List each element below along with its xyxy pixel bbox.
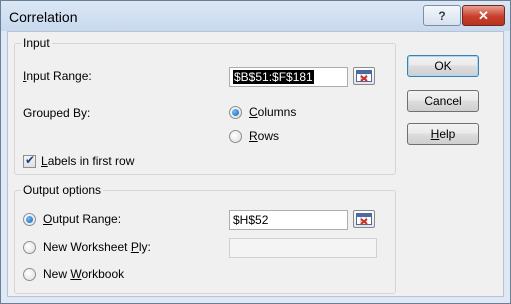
- columns-radio[interactable]: [229, 106, 242, 119]
- new-workbook-pre: New: [43, 267, 71, 281]
- output-range-label[interactable]: Output Range:: [43, 212, 121, 226]
- output-range-selector-button[interactable]: [353, 210, 375, 228]
- output-range-accel: O: [43, 212, 53, 226]
- output-range-radio[interactable]: [23, 213, 36, 226]
- new-worksheet-ply-radio[interactable]: [23, 241, 36, 254]
- title-bar: Correlation ? ✕: [1, 1, 510, 31]
- labels-accel: L: [41, 154, 48, 168]
- new-workbook-rest: orkbook: [81, 267, 125, 281]
- labels-label-text: abels in first row: [47, 154, 135, 168]
- rows-accel: R: [249, 129, 258, 143]
- range-selector-icon: [356, 70, 372, 82]
- input-range-label: Input Range:: [23, 69, 92, 83]
- output-range-field[interactable]: $H$52: [229, 210, 348, 230]
- close-button[interactable]: ✕: [462, 5, 505, 26]
- rows-label-text: ows: [257, 129, 280, 143]
- input-range-selector-button[interactable]: [353, 67, 375, 85]
- cancel-button[interactable]: Cancel: [407, 90, 479, 112]
- columns-label[interactable]: Columns: [249, 105, 296, 119]
- help-label-text: elp: [439, 127, 456, 141]
- input-range-value: $B$51:$F$181: [233, 70, 314, 84]
- labels-first-row-checkbox[interactable]: [23, 153, 36, 168]
- ok-button-label: OK: [434, 59, 452, 73]
- range-selector-icon: [356, 213, 372, 225]
- new-workbook-accel: W: [70, 267, 82, 281]
- input-group-legend: Input: [21, 36, 52, 50]
- new-ply-rest: ly:: [138, 240, 151, 254]
- correlation-dialog: Correlation ? ✕ Input Input Range: $B$51…: [0, 0, 511, 304]
- help-button-label: Help: [431, 127, 456, 141]
- rows-label[interactable]: Rows: [249, 129, 279, 143]
- new-worksheet-ply-label[interactable]: New Worksheet Ply:: [43, 240, 151, 254]
- help-button[interactable]: Help: [407, 123, 479, 145]
- labels-first-row-label[interactable]: Labels in first row: [41, 154, 134, 168]
- close-icon: ✕: [478, 7, 489, 23]
- input-group: Input Input Range: $B$51:$F$181 Grouped …: [14, 36, 396, 175]
- rows-radio[interactable]: [229, 130, 242, 143]
- question-mark-icon: ?: [438, 8, 446, 23]
- new-worksheet-ply-field: [229, 238, 377, 258]
- grouped-by-label: Grouped By:: [23, 106, 91, 120]
- input-range-field[interactable]: $B$51:$F$181: [229, 67, 348, 87]
- help-title-button[interactable]: ?: [423, 5, 461, 26]
- output-options-group: Output options Output Range: $H$52 New W…: [14, 183, 396, 294]
- new-ply-pre: New Worksheet: [43, 240, 131, 254]
- cancel-button-label: Cancel: [424, 94, 462, 108]
- input-range-label-text: nput Range:: [26, 69, 92, 83]
- new-workbook-label[interactable]: New Workbook: [43, 267, 124, 281]
- output-range-label-text: utput Range:: [52, 212, 122, 226]
- new-ply-accel: P: [130, 240, 139, 254]
- output-range-value: $H$52: [233, 213, 269, 227]
- dialog-body: Input Input Range: $B$51:$F$181 Grouped …: [7, 31, 504, 297]
- output-group-legend: Output options: [21, 183, 104, 197]
- columns-label-text: olumns: [257, 105, 297, 119]
- new-workbook-radio[interactable]: [23, 268, 36, 281]
- dialog-title: Correlation: [9, 9, 78, 25]
- ok-button[interactable]: OK: [407, 55, 479, 77]
- columns-accel: C: [249, 105, 258, 119]
